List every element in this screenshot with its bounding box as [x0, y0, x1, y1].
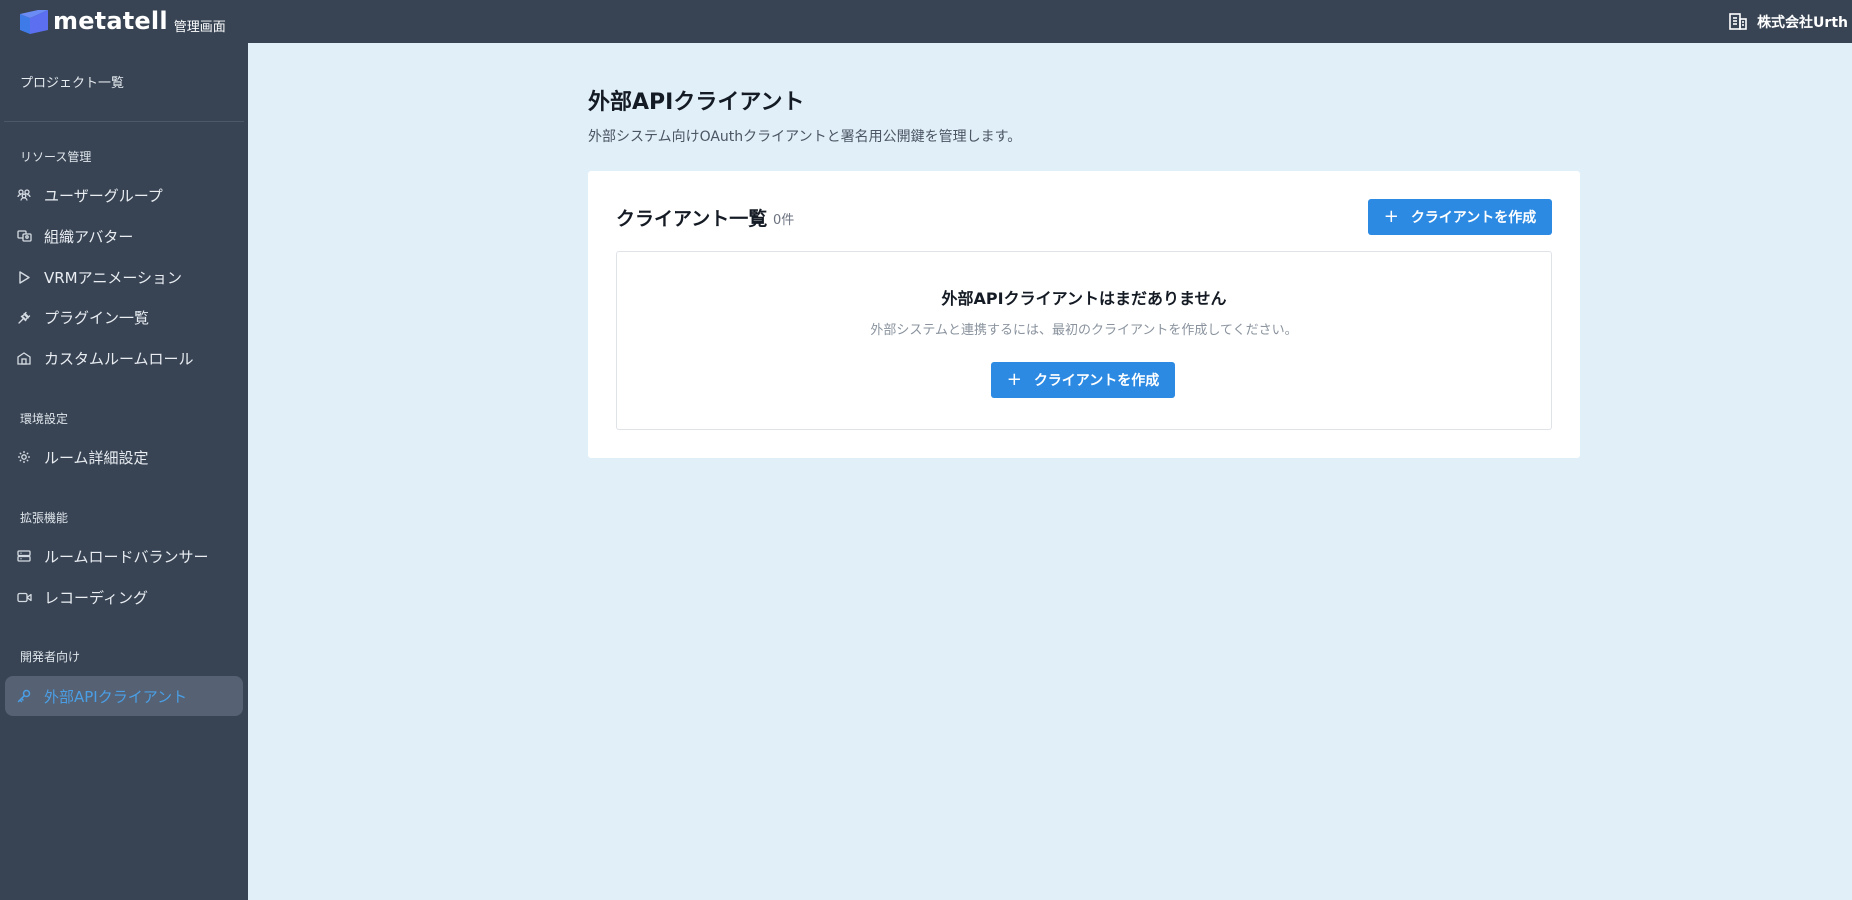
plus-icon: + [1006, 368, 1022, 390]
sidebar-item-external-api-clients[interactable]: 外部APIクライアント [5, 676, 243, 716]
server-icon [16, 548, 32, 564]
metatell-logo-icon [20, 9, 48, 34]
plus-icon: + [1383, 205, 1399, 227]
gear-icon [16, 449, 32, 465]
org-switcher[interactable]: 株式会社Urth [1729, 0, 1848, 43]
client-count-badge: 0件 [773, 213, 795, 228]
section-title-extensions: 拡張機能 [20, 511, 69, 525]
section-title-environment: 環境設定 [20, 412, 69, 426]
create-client-button-label: クライアントを作成 [1410, 210, 1537, 226]
empty-state-title: 外部APIクライアントはまだありません [941, 289, 1227, 308]
client-list-card: クライアント一覧 0件 + クライアントを作成 外部APIクライアントはまだあり… [588, 171, 1580, 458]
section-title-developers: 開発者向け [20, 650, 81, 664]
sidebar-item-vrm-animation[interactable]: VRMアニメーション [5, 257, 243, 297]
sidebar-item-org-avatars[interactable]: 組織アバター [5, 216, 243, 256]
empty-create-client-button-label: クライアントを作成 [1033, 373, 1160, 389]
empty-create-client-button[interactable]: + クライアントを作成 [991, 362, 1175, 398]
sidebar-item-plugins[interactable]: プラグイン一覧 [5, 297, 243, 337]
sidebar-item-label: カスタムルームロール [44, 349, 194, 368]
sidebar-item-room-settings[interactable]: ルーム詳細設定 [5, 437, 243, 477]
org-name: 株式会社Urth [1757, 14, 1848, 31]
page-description: 外部システム向けOAuthクライアントと署名用公開鍵を管理します。 [588, 129, 1022, 145]
sidebar-item-label: ルーム詳細設定 [44, 448, 149, 467]
sidebar-item-label: プラグイン一覧 [44, 308, 150, 327]
sidebar-item-label: 外部APIクライアント [44, 687, 188, 706]
logo-text: metatell [53, 6, 168, 35]
sidebar-item-label: ルームロードバランサー [44, 547, 209, 566]
create-client-button[interactable]: + クライアントを作成 [1368, 199, 1552, 235]
play-icon [16, 269, 32, 285]
sidebar: プロジェクト一覧 リソース管理 ユーザーグループ 組織アバター VRMアニメーシ… [0, 43, 248, 900]
card-title: クライアント一覧 [616, 208, 768, 230]
empty-state: 外部APIクライアントはまだありません 外部システムと連携するには、最初のクライ… [616, 251, 1552, 430]
building-role-icon [16, 350, 32, 366]
empty-state-description: 外部システムと連携するには、最初のクライアントを作成してください。 [870, 323, 1298, 338]
sidebar-item-label: レコーディング [44, 588, 148, 607]
sidebar-item-label: 組織アバター [44, 227, 134, 246]
sidebar-item-label: ユーザーグループ [44, 186, 163, 205]
logo[interactable]: metatell 管理画面 [20, 0, 226, 43]
avatar-group-icon [16, 228, 32, 244]
top-bar: metatell 管理画面 株式会社Urth [0, 0, 1852, 43]
key-icon [16, 688, 32, 704]
sidebar-item-load-balancer[interactable]: ルームロードバランサー [5, 536, 243, 576]
users-icon [16, 187, 32, 203]
page-title: 外部APIクライアント [588, 90, 805, 115]
sidebar-item-user-groups[interactable]: ユーザーグループ [5, 175, 243, 215]
sidebar-item-recording[interactable]: レコーディング [5, 577, 243, 617]
sidebar-item-label: VRMアニメーション [44, 268, 183, 287]
section-title-resources: リソース管理 [20, 150, 92, 164]
video-icon [16, 589, 32, 605]
sidebar-divider [4, 121, 244, 122]
logo-subtitle: 管理画面 [173, 20, 226, 35]
plug-icon [16, 309, 32, 325]
building-icon [1729, 13, 1747, 30]
sidebar-item-custom-room-roles[interactable]: カスタムルームロール [5, 338, 243, 378]
project-list-link[interactable]: プロジェクト一覧 [20, 72, 124, 91]
